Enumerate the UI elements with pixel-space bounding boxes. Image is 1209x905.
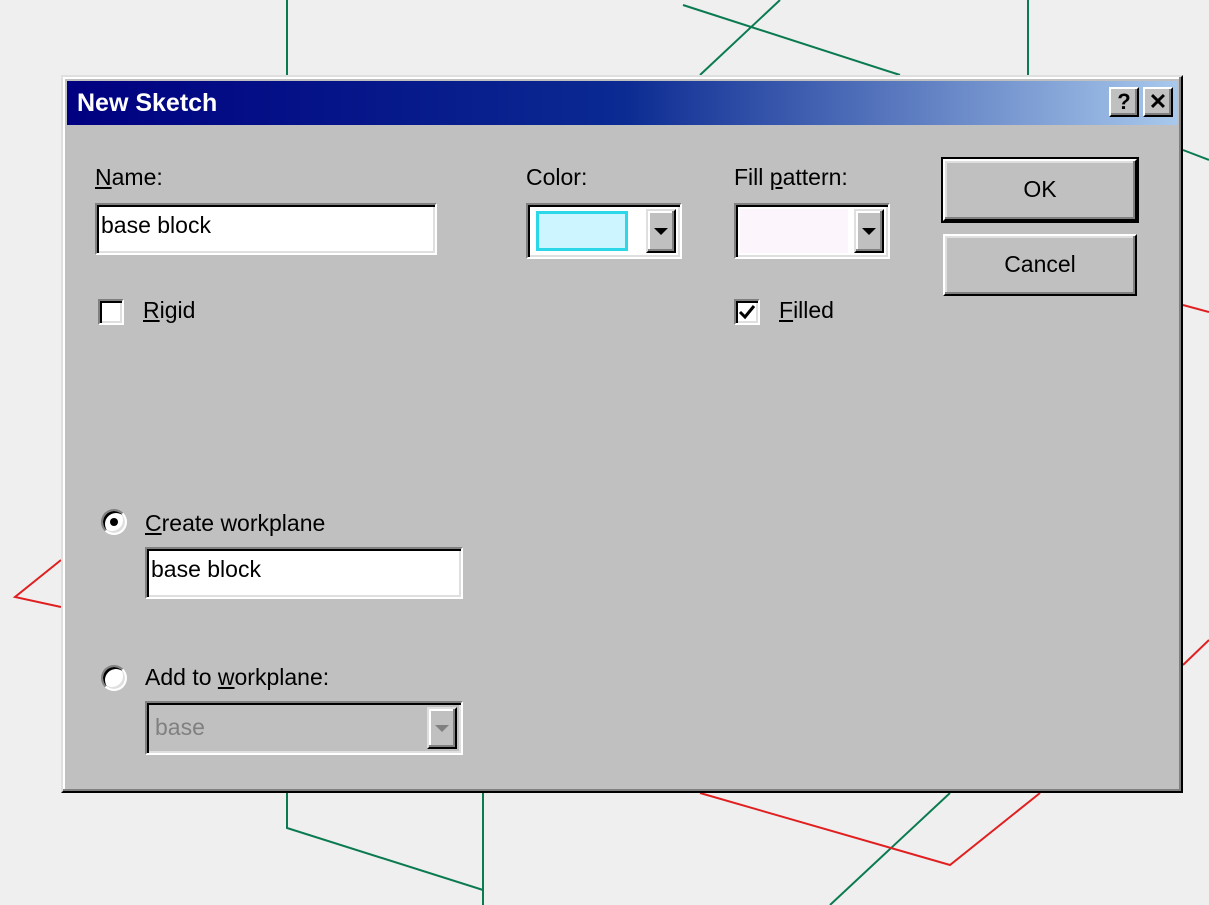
close-button[interactable]: ✕	[1143, 87, 1173, 117]
fill-pattern-swatch	[740, 209, 848, 253]
create-workplane-label: Create workplane	[145, 510, 326, 536]
color-label: Color:	[526, 164, 588, 190]
radio-selected-dot	[110, 518, 118, 526]
cancel-button[interactable]: Cancel	[943, 234, 1137, 296]
rigid-label: Rigid	[143, 297, 196, 323]
add-to-workplane-radio[interactable]	[101, 665, 127, 691]
close-icon: ✕	[1148, 89, 1168, 114]
create-workplane-radio[interactable]	[101, 509, 127, 535]
add-to-workplane-value: base	[155, 714, 205, 740]
ok-button[interactable]: OK	[941, 157, 1139, 223]
help-button[interactable]: ?	[1109, 87, 1139, 117]
chevron-down-icon[interactable]	[646, 209, 676, 253]
dialog-title: New Sketch	[77, 89, 218, 117]
title-bar[interactable]: New Sketch ? ✕	[67, 81, 1177, 125]
filled-label: Filled	[779, 297, 834, 323]
add-to-workplane-label: Add to workplane:	[145, 664, 330, 690]
create-workplane-input[interactable]: base block	[145, 547, 463, 599]
question-mark-icon: ?	[1117, 89, 1131, 114]
fill-pattern-dropdown[interactable]	[734, 203, 890, 259]
name-label: Name:	[95, 164, 163, 190]
color-swatch	[536, 211, 628, 251]
fill-pattern-label: Fill pattern:	[734, 164, 848, 190]
checkmark-icon	[738, 305, 756, 320]
rigid-checkbox[interactable]	[98, 299, 124, 325]
add-to-workplane-dropdown[interactable]: base	[145, 701, 463, 755]
new-sketch-dialog: New Sketch ? ✕ Name: base block Color: F…	[61, 75, 1183, 793]
name-input[interactable]: base block	[95, 203, 437, 255]
color-dropdown[interactable]	[526, 203, 682, 259]
filled-checkbox[interactable]	[734, 299, 760, 325]
chevron-down-icon[interactable]	[854, 209, 884, 253]
chevron-down-icon[interactable]	[427, 707, 457, 749]
